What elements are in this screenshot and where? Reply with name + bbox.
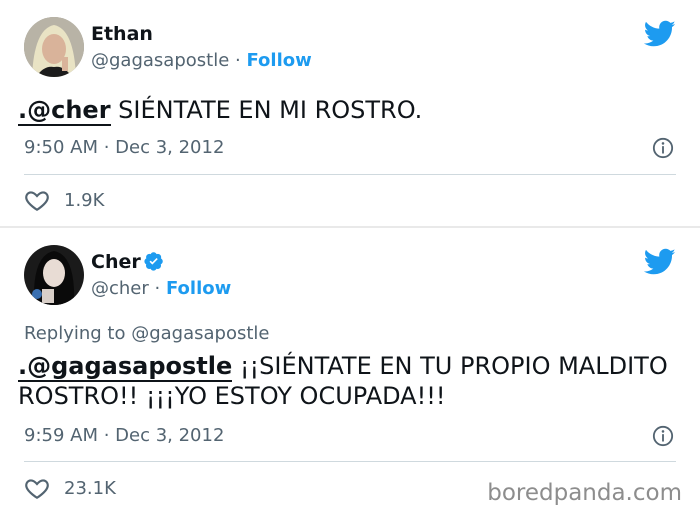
like-action[interactable]: 1.9K (24, 187, 104, 213)
info-icon[interactable] (652, 425, 674, 447)
tweet-text: .@cher SIÉNTATE EN MI ROSTRO. (18, 95, 682, 126)
replying-to[interactable]: Replying to @gagasapostle (24, 323, 269, 344)
mention-link[interactable]: .@cher (18, 96, 111, 126)
display-name-text[interactable]: Cher (91, 251, 141, 273)
tweet-card-ethan: Ethan @gagasapostle · Follow .@cher SIÉN… (0, 0, 700, 227)
mention-link[interactable]: .@gagasapostle (18, 352, 233, 382)
handle-line: @cher · Follow (91, 278, 231, 300)
handle-line: @gagasapostle · Follow (91, 50, 312, 72)
twitter-bird-icon[interactable] (644, 20, 676, 48)
heart-icon[interactable] (24, 475, 50, 501)
info-icon[interactable] (652, 137, 674, 159)
watermark: boredpanda.com (487, 480, 682, 506)
divider (24, 174, 676, 175)
divider (24, 461, 676, 462)
like-action[interactable]: 23.1K (24, 475, 116, 501)
display-name[interactable]: Ethan (91, 23, 153, 45)
dot-separator: · (235, 50, 241, 71)
heart-icon[interactable] (24, 187, 50, 213)
handle[interactable]: @gagasapostle (91, 50, 229, 71)
tweet-card-cher: Cher @cher · Follow Replying to @gagasap… (0, 228, 700, 515)
timestamp[interactable]: 9:59 AM · Dec 3, 2012 (24, 425, 224, 446)
handle[interactable]: @cher (91, 278, 149, 299)
display-name: Cher (91, 251, 164, 273)
avatar-cher[interactable] (24, 245, 84, 305)
like-count: 23.1K (64, 477, 116, 499)
tweet-body: SIÉNTATE EN MI ROSTRO. (110, 96, 423, 124)
like-count: 1.9K (64, 189, 105, 211)
verified-badge-icon (144, 252, 163, 271)
avatar-ethan[interactable] (24, 17, 84, 77)
tweet-text: .@gagasapostle ¡¡SIÉNTATE EN TU PROPIO M… (18, 351, 682, 411)
timestamp[interactable]: 9:50 AM · Dec 3, 2012 (24, 137, 224, 158)
twitter-bird-icon[interactable] (644, 248, 676, 276)
dot-separator: · (154, 278, 161, 299)
follow-button[interactable]: Follow (166, 278, 231, 299)
follow-button[interactable]: Follow (246, 50, 311, 71)
